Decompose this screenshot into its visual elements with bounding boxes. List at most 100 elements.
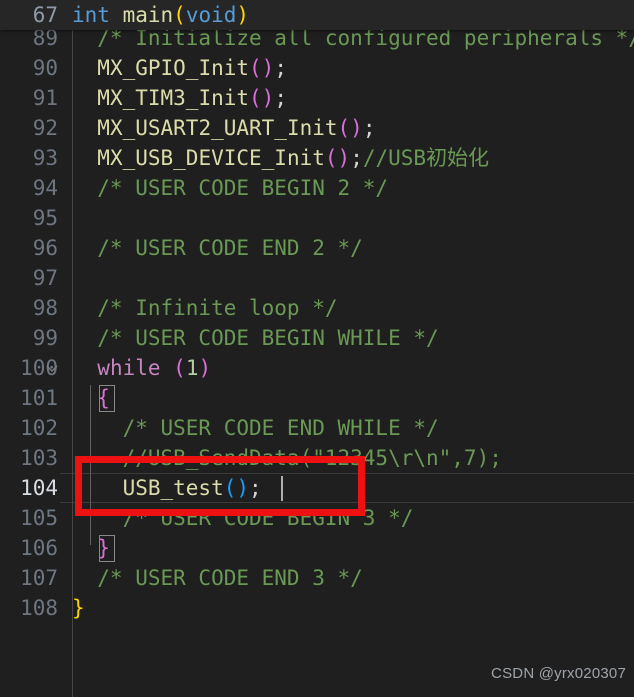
code-token: } <box>72 596 85 620</box>
code-line[interactable]: 99 /* USER CODE BEGIN WHILE */ <box>0 323 634 353</box>
code-line[interactable]: 94 /* USER CODE BEGIN 2 */ <box>0 173 634 203</box>
code-line[interactable]: 93 MX_USB_DEVICE_Init();//USB初始化 <box>0 143 634 173</box>
code-line[interactable]: 100 while (1) <box>0 353 634 383</box>
code-line-text: /* USER CODE BEGIN WHILE */ <box>72 323 439 353</box>
code-token: MX_USART2_UART_Init <box>97 116 338 140</box>
code-token: } <box>97 536 110 560</box>
code-token: ; <box>274 86 287 110</box>
code-line-text: //USB_SendData("12345\r\n",7); <box>72 443 502 473</box>
code-line-text: /* USER CODE END 2 */ <box>72 233 363 263</box>
code-token: MX_USB_DEVICE_Init <box>97 146 325 170</box>
code-token: ( <box>249 56 262 80</box>
code-token: ) <box>337 146 351 170</box>
watermark-text: CSDN @yrx020307 <box>491 665 626 682</box>
code-line[interactable]: 91 MX_TIM3_Init(); <box>0 83 634 113</box>
code-token: ; <box>350 146 363 170</box>
code-line[interactable]: 98 /* Infinite loop */ <box>0 293 634 323</box>
code-line[interactable]: 106 } <box>0 533 634 563</box>
line-number: 95 <box>32 206 58 230</box>
code-line[interactable]: 95 <box>0 203 634 233</box>
code-line[interactable]: 101 { <box>0 383 634 413</box>
code-token: /* USER CODE BEGIN 3 */ <box>72 506 414 530</box>
code-line-text: MX_USB_DEVICE_Init();//USB初始化 <box>72 143 489 173</box>
code-token: MX_TIM3_Init <box>97 86 250 110</box>
code-token: USB_test <box>122 476 224 500</box>
line-number: 106 <box>20 536 58 560</box>
code-token: /* USER CODE BEGIN WHILE */ <box>72 326 439 350</box>
line-number: 94 <box>32 176 58 200</box>
sticky-scroll-header[interactable]: 67 int main(void) <box>0 0 634 30</box>
code-line[interactable]: 102 /* USER CODE END WHILE */ <box>0 413 634 443</box>
line-number: 105 <box>20 506 58 530</box>
code-line[interactable]: 103 //USB_SendData("12345\r\n",7); <box>0 443 634 473</box>
code-token: ; <box>274 56 287 80</box>
code-token: 1 <box>185 356 199 380</box>
code-token: ( <box>324 146 338 170</box>
code-line[interactable]: 97 <box>0 263 634 293</box>
code-line-text: MX_GPIO_Init(); <box>72 53 287 83</box>
code-token: ) <box>261 56 275 80</box>
code-line-text: while (1) <box>72 353 211 383</box>
code-token: ( <box>337 116 351 140</box>
indent-guide <box>90 385 91 545</box>
code-token: /* USER CODE BEGIN 2 */ <box>72 176 389 200</box>
code-line-text: MX_TIM3_Init(); <box>72 83 287 113</box>
line-number: 107 <box>20 566 58 590</box>
sticky-line-number: 67 <box>32 3 58 27</box>
code-token: MX_GPIO_Init <box>97 56 250 80</box>
code-editor-screenshot: 89 /* Initialize all configured peripher… <box>0 0 634 697</box>
sticky-code-text: int main(void) <box>72 0 249 30</box>
code-token: //USB_SendData("12345\r\n",7); <box>72 446 502 470</box>
code-token: /* Infinite loop */ <box>72 296 338 320</box>
line-number: 90 <box>32 56 58 80</box>
code-token: ) <box>350 116 363 140</box>
code-line-text: /* USER CODE END WHILE */ <box>72 413 439 443</box>
code-token: ( <box>173 356 186 380</box>
code-token: ) <box>236 3 250 27</box>
code-token: int <box>72 3 110 27</box>
line-number: 104 <box>20 476 58 500</box>
code-token: ; <box>362 116 376 140</box>
code-line-text: /* USER CODE END 3 */ <box>72 563 363 593</box>
code-line[interactable]: 90 MX_GPIO_Init(); <box>0 53 634 83</box>
code-line[interactable]: 105 /* USER CODE BEGIN 3 */ <box>0 503 634 533</box>
code-token: main <box>122 3 174 27</box>
code-token: ; <box>249 476 262 500</box>
code-token: /* USER CODE END 2 */ <box>72 236 363 260</box>
line-number: 96 <box>32 236 58 260</box>
code-token: /* USER CODE END 3 */ <box>72 566 363 590</box>
line-number: 102 <box>20 416 58 440</box>
line-number: 91 <box>32 86 58 110</box>
code-line-text: /* USER CODE BEGIN 3 */ <box>72 503 414 533</box>
code-line-text: /* USER CODE BEGIN 2 */ <box>72 173 388 203</box>
chevron-down-icon[interactable] <box>44 360 60 376</box>
code-token: ) <box>261 86 275 110</box>
gutter-separator <box>72 30 73 697</box>
code-line[interactable]: 104 USB_test(); <box>0 473 634 503</box>
code-token: while <box>97 356 161 380</box>
code-line[interactable]: 92 MX_USART2_UART_Init(); <box>0 113 634 143</box>
code-line-text: MX_USART2_UART_Init(); <box>72 113 375 143</box>
code-token: //USB <box>362 146 427 170</box>
code-token: ( <box>173 3 186 27</box>
code-token: void <box>185 3 237 27</box>
code-line-text: USB_test(); <box>72 473 262 503</box>
editor-code-area[interactable]: 89 /* Initialize all configured peripher… <box>0 0 634 697</box>
code-line[interactable]: 96 /* USER CODE END 2 */ <box>0 233 634 263</box>
code-line[interactable]: 108} <box>0 593 634 623</box>
text-cursor <box>281 476 283 501</box>
code-line-text: } <box>72 593 85 623</box>
line-number: 97 <box>32 266 58 290</box>
code-token: ( <box>249 86 262 110</box>
code-token: /* USER CODE END WHILE */ <box>72 416 439 440</box>
code-line[interactable]: 107 /* USER CODE END 3 */ <box>0 563 634 593</box>
code-token: ( <box>223 476 237 500</box>
line-number: 98 <box>32 296 58 320</box>
